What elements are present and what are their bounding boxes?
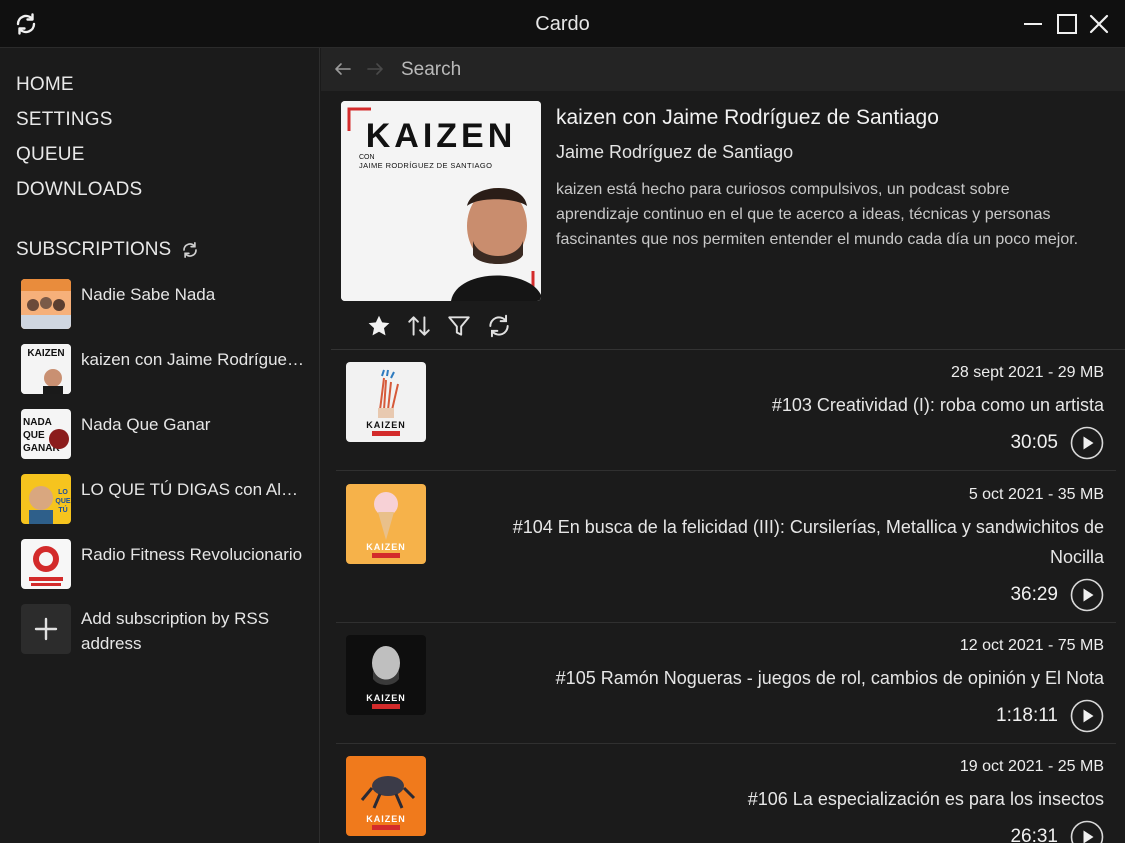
episode-row[interactable]: KAIZEN 19 oct 2021 - 25 MB #106 La espec…: [336, 744, 1116, 843]
plus-icon: [21, 604, 71, 654]
episode-row[interactable]: KAIZEN 5 oct 2021 - 35 MB #104 En busca …: [336, 472, 1116, 623]
refresh-icon[interactable]: [486, 313, 512, 339]
episode-date-size: 19 oct 2021 - 25 MB: [959, 758, 1104, 775]
thumbnail-wordmark: KAIZEN: [366, 420, 406, 430]
subscription-name: LO QUE TÚ DIGAS con Alex Fidalgo: [81, 480, 306, 499]
podcast-artwork: LO QUE TÚ: [21, 474, 71, 524]
subscription-item[interactable]: Nadie Sabe Nada: [21, 279, 311, 329]
nav-queue[interactable]: QUEUE: [16, 144, 85, 166]
subscription-name: Nada Que Ganar: [81, 415, 211, 434]
nav-settings[interactable]: SETTINGS: [16, 109, 113, 131]
thumbnail-wordmark: KAIZEN: [366, 814, 406, 824]
subscriptions-header: SUBSCRIPTIONS: [16, 239, 199, 261]
podcast-cover: KAIZEN CON JAIME RODRÍGUEZ DE SANTIAGO: [341, 101, 541, 301]
subscription-item[interactable]: KAIZEN kaizen con Jaime Rodríguez de San…: [21, 344, 311, 394]
play-icon[interactable]: [1070, 426, 1104, 460]
thumbnail-wordmark: KAIZEN: [366, 542, 406, 552]
podcast-title: kaizen con Jaime Rodríguez de Santiago: [556, 106, 939, 129]
subscription-name: Nadie Sabe Nada: [81, 285, 216, 304]
minimize-icon[interactable]: [1022, 12, 1046, 36]
svg-text:LO: LO: [58, 489, 68, 496]
episode-thumbnail: KAIZEN: [346, 362, 426, 442]
play-icon[interactable]: [1070, 578, 1104, 612]
episode-title: #103 Creatividad (I): roba como un artis…: [771, 395, 1104, 415]
episode-title: #105 Ramón Nogueras - juegos de rol, cam…: [555, 668, 1104, 688]
thumbnail-wordmark: KAIZEN: [366, 693, 406, 703]
podcast-artwork: KAIZEN: [21, 344, 71, 394]
podcast-artwork: [21, 539, 71, 589]
svg-text:TÚ: TÚ: [58, 505, 67, 514]
podcast-artwork: NADA QUE GANAR: [21, 409, 71, 459]
star-icon[interactable]: [366, 313, 392, 339]
podcast-artwork: [21, 279, 71, 329]
episode-title: #106 La especialización es para los inse…: [747, 789, 1104, 809]
episode-date-size: 5 oct 2021 - 35 MB: [968, 486, 1104, 503]
cover-wordmark: KAIZEN: [366, 117, 517, 155]
add-subscription-button[interactable]: Add subscription by RSS address: [21, 604, 311, 654]
episode-duration: 36:29: [1010, 584, 1058, 605]
episode-row[interactable]: KAIZEN 28 sept 2021 - 29 MB #103 Creativ…: [336, 350, 1116, 471]
close-icon[interactable]: [1087, 12, 1111, 36]
podcast-author: Jaime Rodríguez de Santiago: [556, 142, 794, 162]
sort-icon[interactable]: [406, 313, 432, 339]
navigation-bar: [321, 48, 1125, 91]
episode-row[interactable]: KAIZEN 12 oct 2021 - 75 MB #105 Ramón No…: [336, 623, 1116, 744]
episode-duration: 30:05: [1010, 432, 1058, 453]
subscription-name: kaizen con Jaime Rodríguez de Santiago: [81, 350, 306, 369]
subscription-name: Radio Fitness Revolucionario: [81, 545, 303, 564]
episode-duration: 1:18:11: [996, 705, 1058, 726]
window-title: Cardo: [535, 13, 590, 35]
episode-thumbnail: KAIZEN: [346, 756, 426, 836]
subscription-item[interactable]: LO QUE TÚ LO QUE TÚ DIGAS con Alex Fidal…: [21, 474, 311, 524]
podcast-actions: [366, 313, 512, 339]
episode-date-size: 12 oct 2021 - 75 MB: [959, 637, 1104, 654]
subscriptions-label: SUBSCRIPTIONS: [16, 239, 172, 260]
subscription-item[interactable]: Radio Fitness Revolucionario: [21, 539, 311, 589]
maximize-icon[interactable]: [1055, 12, 1079, 36]
filter-icon[interactable]: [446, 313, 472, 339]
refresh-subscriptions-icon[interactable]: [181, 241, 199, 259]
play-icon[interactable]: [1070, 699, 1104, 733]
cover-subline-1: CON: [359, 154, 375, 161]
artwork-wordmark: KAIZEN: [27, 348, 64, 359]
svg-text:QUE: QUE: [23, 430, 45, 441]
nav-downloads[interactable]: DOWNLOADS: [16, 179, 142, 201]
subscription-item[interactable]: NADA QUE GANAR Nada Que Ganar: [21, 409, 311, 459]
episode-title: #104 En busca de la felicidad (III): Cur…: [512, 517, 1104, 567]
nav-home[interactable]: HOME: [16, 74, 74, 96]
arrow-left-icon[interactable]: [333, 59, 353, 79]
podcast-description: kaizen está hecho para curiosos compulsi…: [556, 181, 1079, 248]
svg-text:QUE: QUE: [55, 498, 71, 505]
arrow-right-icon[interactable]: [365, 59, 385, 79]
search-input[interactable]: [401, 58, 701, 82]
main-panel: KAIZEN CON JAIME RODRÍGUEZ DE SANTIAGO k…: [321, 48, 1125, 843]
sidebar: HOME SETTINGS QUEUE DOWNLOADS SUBSCRIPTI…: [0, 48, 320, 843]
episode-thumbnail: KAIZEN: [346, 635, 426, 715]
episode-thumbnail: KAIZEN: [346, 484, 426, 564]
svg-text:NADA: NADA: [23, 417, 52, 428]
play-icon[interactable]: [1070, 820, 1104, 843]
episode-date-size: 28 sept 2021 - 29 MB: [951, 364, 1104, 381]
title-bar: Cardo: [0, 0, 1125, 48]
episode-duration: 26:31: [1010, 826, 1058, 843]
add-subscription-label: Add subscription by RSS address: [81, 609, 270, 653]
cover-subline-2: JAIME RODRÍGUEZ DE SANTIAGO: [359, 161, 492, 170]
